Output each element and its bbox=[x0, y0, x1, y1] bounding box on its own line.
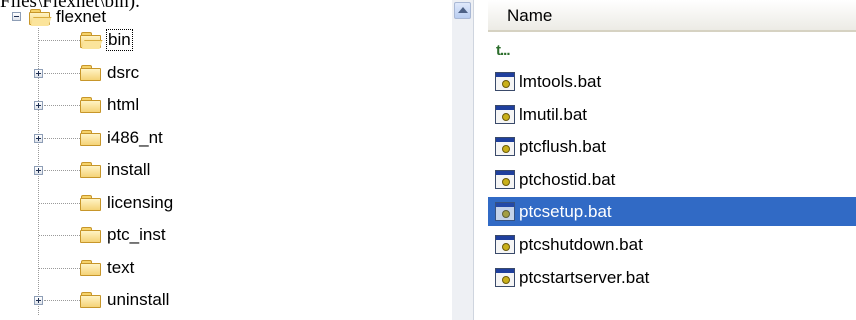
folder-icon bbox=[80, 64, 102, 82]
folder-icon bbox=[80, 259, 102, 277]
tree-item-ptc-inst[interactable]: ptc_inst bbox=[107, 225, 166, 245]
folder-icon bbox=[80, 226, 102, 244]
file-name: ptcsetup.bat bbox=[519, 202, 612, 221]
batch-file-icon bbox=[495, 137, 515, 156]
file-name: ptcflush.bat bbox=[519, 137, 606, 156]
file-row[interactable]: ptcflush.bat bbox=[488, 132, 856, 161]
file-list-pane: Name t... lmtools.bat lmutil.bat ptcflush.… bbox=[452, 0, 856, 320]
parent-folder-row[interactable]: t... bbox=[488, 36, 856, 65]
expand-toggle[interactable] bbox=[34, 166, 43, 175]
vertical-scrollbar[interactable] bbox=[452, 0, 474, 320]
folder-icon bbox=[80, 194, 102, 212]
tree-item-dsrc[interactable]: dsrc bbox=[107, 63, 139, 83]
batch-file-icon bbox=[495, 72, 515, 91]
up-folder-icon: t... bbox=[496, 42, 511, 59]
file-row[interactable]: ptcsetup.bat bbox=[488, 197, 856, 226]
folder-open-icon bbox=[29, 8, 51, 26]
tree-item-install[interactable]: install bbox=[107, 160, 150, 180]
batch-file-icon bbox=[495, 105, 515, 124]
tree-item-bin[interactable]: bin bbox=[106, 29, 133, 51]
file-row[interactable]: ptcstartserver.bat bbox=[488, 263, 856, 292]
file-row[interactable]: ptchostid.bat bbox=[488, 165, 856, 194]
folder-icon bbox=[80, 291, 102, 309]
expand-toggle[interactable] bbox=[34, 69, 43, 78]
folder-tree: flexnet bin dsrc html i486_ntinstall licensi… bbox=[0, 0, 420, 320]
scroll-up-icon[interactable] bbox=[454, 2, 471, 19]
expand-toggle[interactable] bbox=[34, 101, 43, 110]
folder-icon bbox=[80, 161, 102, 179]
folder-icon bbox=[80, 96, 102, 114]
batch-file-icon bbox=[495, 235, 515, 254]
collapse-toggle[interactable] bbox=[12, 12, 21, 21]
tree-item-licensing[interactable]: licensing bbox=[107, 193, 173, 213]
batch-file-icon bbox=[495, 268, 515, 287]
batch-file-icon bbox=[495, 170, 515, 189]
file-name: ptcstartserver.bat bbox=[519, 268, 650, 287]
tree-item-html[interactable]: html bbox=[107, 95, 139, 115]
file-row[interactable]: lmtools.bat bbox=[488, 67, 856, 96]
folder-icon bbox=[80, 31, 102, 49]
expand-toggle[interactable] bbox=[34, 134, 43, 143]
file-name: ptcshutdown.bat bbox=[519, 235, 643, 254]
tree-item-i486-nt[interactable]: i486_nt bbox=[107, 128, 163, 148]
batch-file-icon bbox=[495, 202, 515, 221]
file-row[interactable]: lmutil.bat bbox=[488, 100, 856, 129]
name-column-header[interactable]: Name bbox=[488, 0, 856, 32]
file-name: lmutil.bat bbox=[519, 105, 588, 124]
file-name: ptchostid.bat bbox=[519, 170, 616, 189]
expand-toggle[interactable] bbox=[34, 296, 43, 305]
folder-icon bbox=[80, 129, 102, 147]
file-name: lmtools.bat bbox=[519, 72, 602, 91]
tree-item-uninstall[interactable]: uninstall bbox=[107, 290, 169, 310]
tree-item-flexnet[interactable]: flexnet bbox=[56, 7, 106, 27]
file-row[interactable]: ptcshutdown.bat bbox=[488, 230, 856, 259]
tree-item-text[interactable]: text bbox=[107, 258, 134, 278]
